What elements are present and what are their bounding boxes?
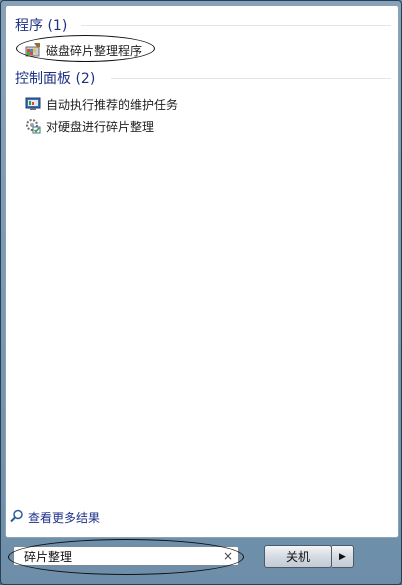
programs-group-header[interactable]: 程序 (1) [15,15,67,35]
clear-search-button[interactable]: × [223,549,233,563]
defrag-settings-icon [25,118,41,134]
see-more-results-link[interactable]: 查看更多结果 [10,507,100,527]
program-item-label: 磁盘碎片整理程序 [46,43,143,58]
search-input-value: 碎片整理 [24,549,73,564]
program-item-disk-defragmenter[interactable]: 磁盘碎片整理程序 [25,40,142,60]
control-panel-group-title: 控制面板 (2) [15,71,96,87]
control-panel-item-defrag[interactable]: 对硬盘进行碎片整理 [25,116,154,136]
search-results-panel: 程序 (1) 磁盘碎片整理程序 控制面板 (2) 自动执行推荐的维护任务 对硬盘… [5,5,399,538]
search-input[interactable]: 碎片整理 × [13,546,239,566]
start-menu: 程序 (1) 磁盘碎片整理程序 控制面板 (2) 自动执行推荐的维护任务 对硬盘… [0,0,402,585]
see-more-results-label: 查看更多结果 [28,510,101,525]
shutdown-label: 关机 [285,550,310,564]
shutdown-button[interactable]: 关机 [264,545,332,568]
control-panel-divider [111,78,391,79]
maintenance-icon [25,96,41,112]
programs-group-title: 程序 (1) [15,18,68,34]
chevron-right-icon: ▶ [339,551,346,562]
control-panel-item-maintenance[interactable]: 自动执行推荐的维护任务 [25,94,178,114]
search-icon [10,509,24,526]
control-panel-item-label: 自动执行推荐的维护任务 [46,97,179,112]
disk-defragmenter-icon [25,42,41,58]
programs-divider [81,25,391,26]
control-panel-group-header[interactable]: 控制面板 (2) [15,68,95,88]
shutdown-options-button[interactable]: ▶ [332,545,354,568]
control-panel-item-label: 对硬盘进行碎片整理 [46,119,155,134]
